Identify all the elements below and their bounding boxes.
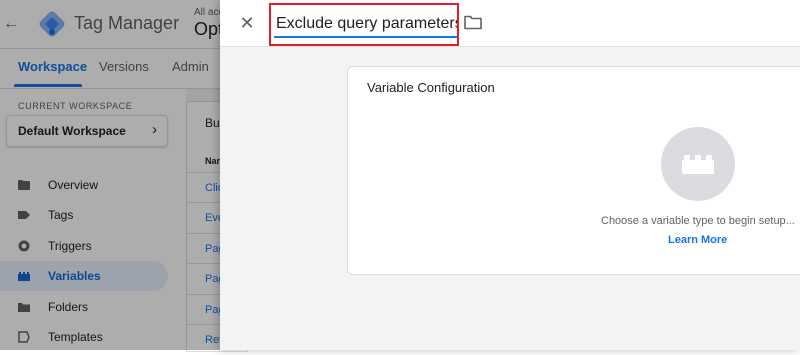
folder-icon[interactable] (464, 15, 482, 30)
variable-editor-panel: ✕ Variable Configuration Choose a variab… (220, 0, 800, 350)
variable-configuration-card[interactable]: Variable Configuration Choose a variable… (347, 66, 800, 275)
blocks-icon (682, 155, 714, 174)
config-title: Variable Configuration (367, 80, 495, 95)
variable-type-placeholder[interactable] (661, 127, 735, 201)
learn-more-link[interactable]: Learn More (668, 234, 727, 246)
modal-scrim[interactable] (0, 0, 220, 350)
panel-header: ✕ (220, 0, 800, 47)
config-hint: Choose a variable type to begin setup... (601, 215, 795, 227)
close-icon[interactable]: ✕ (236, 12, 258, 34)
highlight-annotation (269, 3, 459, 46)
